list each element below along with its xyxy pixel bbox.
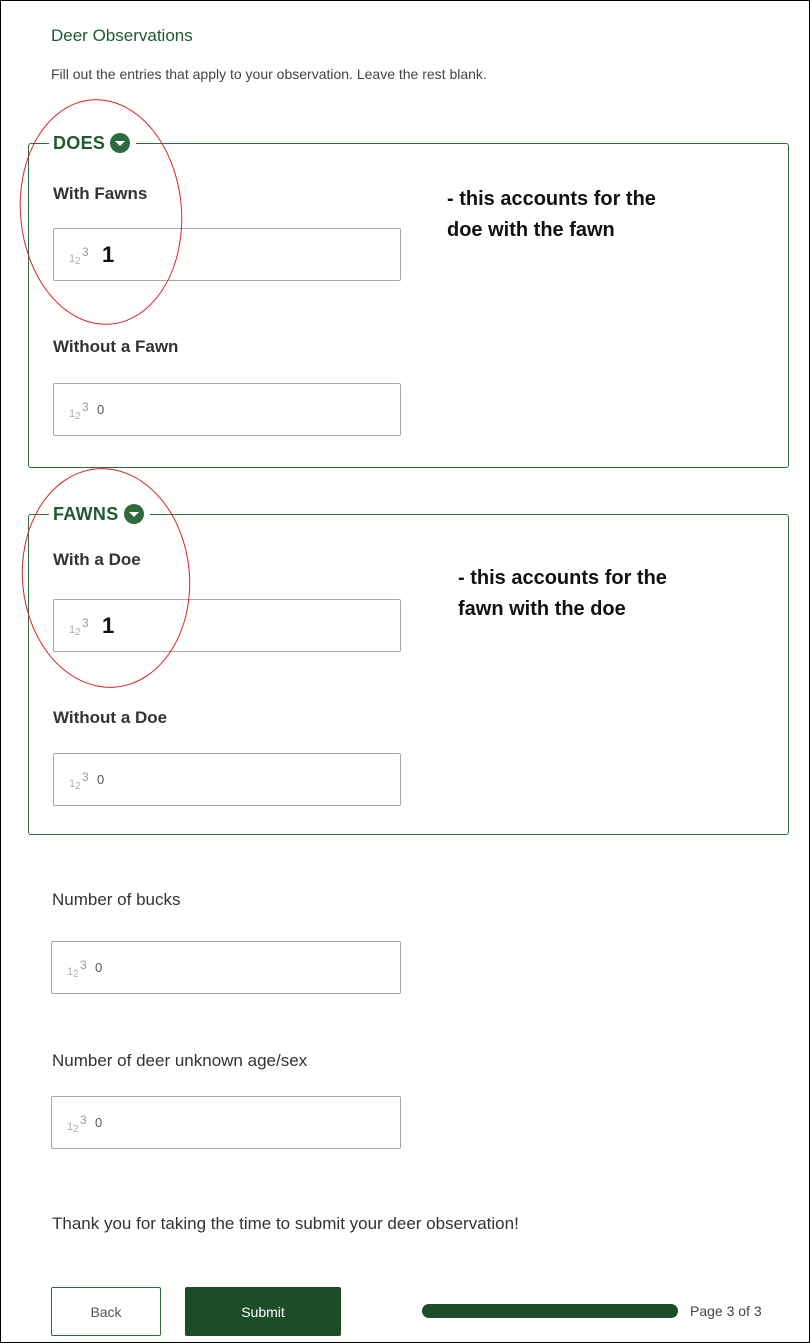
- fawns-annotation: - this accounts for the fawn with the do…: [458, 563, 667, 625]
- without-a-doe-value: 0: [97, 772, 105, 787]
- unknown-value: 0: [95, 1115, 103, 1130]
- number-input-icon: 123: [69, 769, 89, 792]
- number-input-icon: 123: [69, 399, 89, 422]
- without-a-fawn-input[interactable]: 123 0: [53, 383, 401, 436]
- does-annotation-line1: - this accounts for the: [447, 188, 656, 210]
- page-indicator: Page 3 of 3: [690, 1303, 762, 1319]
- number-input-icon: 123: [67, 957, 87, 980]
- fawns-annotation-line1: - this accounts for the: [458, 567, 667, 589]
- does-annotation: - this accounts for the doe with the faw…: [447, 184, 656, 246]
- bucks-value: 0: [95, 960, 103, 975]
- without-a-doe-input[interactable]: 123 0: [53, 753, 401, 806]
- unknown-input[interactable]: 123 0: [51, 1096, 401, 1149]
- does-annotation-line2: doe with the fawn: [447, 219, 615, 241]
- number-input-icon: 123: [67, 1112, 87, 1135]
- unknown-label: Number of deer unknown age/sex: [52, 1051, 308, 1070]
- form-description: Fill out the entries that apply to your …: [51, 66, 487, 82]
- without-a-doe-label: Without a Doe: [53, 708, 168, 727]
- form-title: Deer Observations: [51, 26, 193, 45]
- submit-button[interactable]: Submit: [185, 1287, 341, 1336]
- progress-bar: [422, 1304, 678, 1318]
- back-button[interactable]: Back: [51, 1287, 161, 1336]
- thank-you-message: Thank you for taking the time to submit …: [52, 1214, 519, 1233]
- without-a-fawn-label: Without a Fawn: [53, 337, 179, 356]
- fawns-annotation-line2: fawn with the doe: [458, 598, 626, 620]
- bucks-input[interactable]: 123 0: [51, 941, 401, 994]
- bucks-label: Number of bucks: [52, 890, 181, 909]
- without-a-fawn-value: 0: [97, 402, 105, 417]
